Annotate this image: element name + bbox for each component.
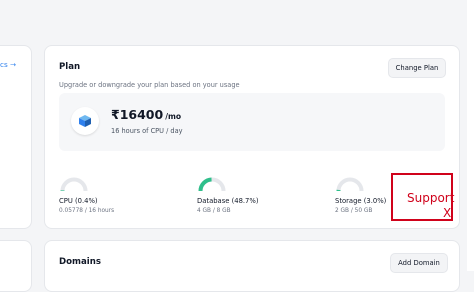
plan-price-detail: 16 hours of CPU / day bbox=[111, 127, 183, 135]
close-icon[interactable]: X bbox=[443, 206, 451, 220]
gauge-track bbox=[339, 180, 362, 191]
cpu-usage-label: CPU (0.4%) bbox=[59, 197, 98, 205]
domains-card: Domains Add Domain bbox=[44, 240, 460, 292]
left-partial-card-2 bbox=[0, 240, 32, 292]
left-partial-link[interactable]: cs → bbox=[0, 60, 16, 69]
plan-price-box: ₹16400/mo 16 hours of CPU / day bbox=[59, 93, 445, 151]
cube-icon bbox=[71, 107, 99, 135]
left-partial-card bbox=[0, 45, 32, 229]
storage-gauge bbox=[335, 176, 365, 192]
domains-title: Domains bbox=[59, 257, 101, 267]
database-usage-label: Database (48.7%) bbox=[197, 197, 259, 205]
database-usage-detail: 4 GB / 8 GB bbox=[197, 208, 231, 214]
right-edge-panel bbox=[467, 0, 474, 271]
cpu-usage-detail: 0.05778 / 16 hours bbox=[59, 208, 114, 214]
support-widget[interactable]: Support X bbox=[391, 173, 453, 221]
gauge-track bbox=[63, 180, 86, 191]
plan-subtitle: Upgrade or downgrade your plan based on … bbox=[59, 81, 240, 89]
database-gauge bbox=[197, 176, 227, 192]
add-domain-button[interactable]: Add Domain bbox=[390, 253, 448, 273]
support-label[interactable]: Support bbox=[407, 191, 454, 205]
storage-usage-label: Storage (3.0%) bbox=[335, 197, 386, 205]
plan-title: Plan bbox=[59, 62, 80, 72]
price-unit: /mo bbox=[165, 112, 181, 121]
price-value: ₹16400 bbox=[111, 107, 163, 122]
cpu-gauge bbox=[59, 176, 89, 192]
gauge-fill bbox=[201, 180, 212, 191]
change-plan-button[interactable]: Change Plan bbox=[388, 58, 446, 78]
plan-price: ₹16400/mo bbox=[111, 107, 181, 122]
storage-usage-detail: 2 GB / 50 GB bbox=[335, 208, 372, 214]
